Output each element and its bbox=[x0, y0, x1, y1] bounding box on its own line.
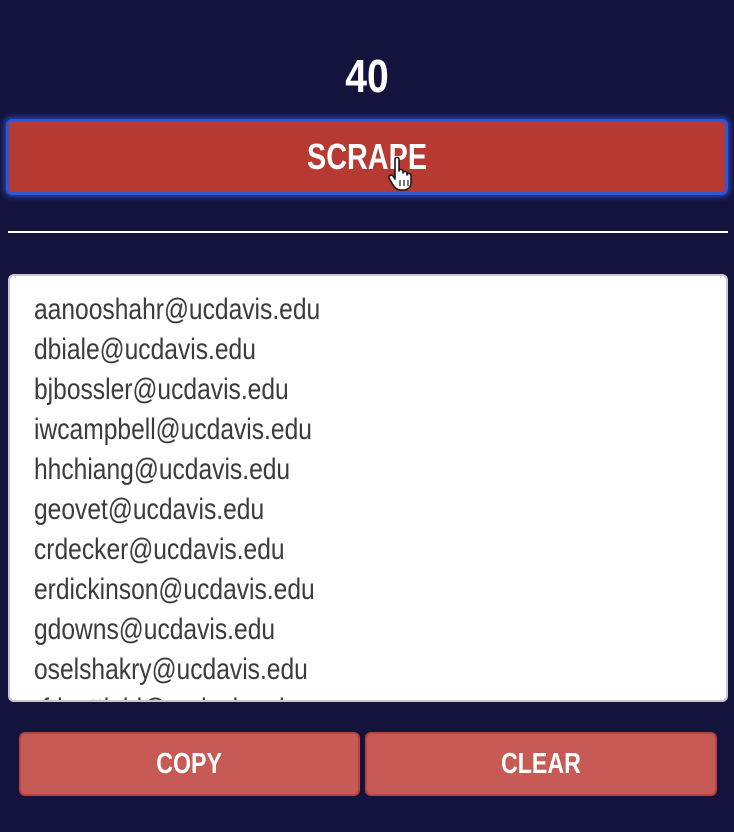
email-item: oselshakry@ucdavis.edu bbox=[34, 653, 308, 686]
email-list-box[interactable]: aanooshahr@ucdavis.edu dbiale@ucdavis.ed… bbox=[8, 274, 728, 702]
clear-button-label: CLEAR bbox=[501, 748, 581, 780]
hand-pointer-icon bbox=[388, 156, 412, 191]
email-item: aanooshahr@ucdavis.edu bbox=[34, 293, 321, 326]
clear-button[interactable]: CLEAR bbox=[365, 732, 717, 796]
email-item: rfdanttlehl@ucdavis.edu bbox=[34, 690, 320, 700]
email-item: bjbossler@ucdavis.edu bbox=[34, 373, 289, 406]
email-item: dbiale@ucdavis.edu bbox=[34, 333, 256, 366]
email-item: gdowns@ucdavis.edu bbox=[34, 613, 276, 646]
email-item: crdecker@ucdavis.edu bbox=[34, 533, 285, 566]
divider bbox=[8, 231, 728, 233]
email-list: aanooshahr@ucdavis.edu dbiale@ucdavis.ed… bbox=[34, 290, 321, 700]
email-count: 40 bbox=[345, 50, 389, 102]
scrape-button[interactable]: SCRAPE bbox=[6, 119, 728, 195]
copy-button-label: COPY bbox=[156, 748, 223, 780]
email-item: erdickinson@ucdavis.edu bbox=[34, 573, 315, 606]
email-item: geovet@ucdavis.edu bbox=[34, 493, 265, 526]
email-item: iwcampbell@ucdavis.edu bbox=[34, 413, 312, 446]
copy-button[interactable]: COPY bbox=[19, 732, 360, 796]
email-item: hhchiang@ucdavis.edu bbox=[34, 453, 291, 486]
